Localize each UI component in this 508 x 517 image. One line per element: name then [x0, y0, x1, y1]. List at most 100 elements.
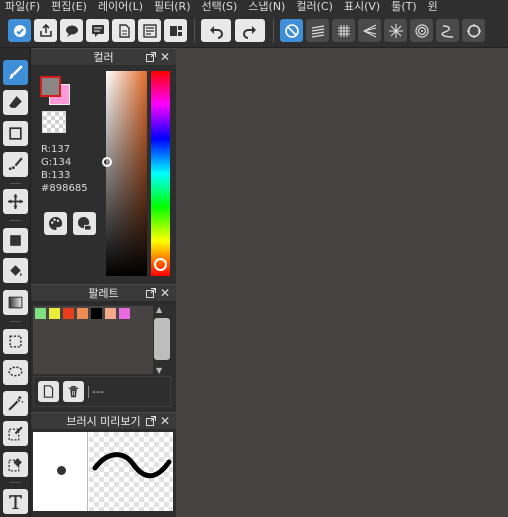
- close-icon[interactable]: ✕: [160, 50, 170, 64]
- check-icon[interactable]: [8, 19, 31, 42]
- color-r-value: R:137: [41, 144, 71, 155]
- color-panel: R:137 G:134 B:133 #898685: [31, 66, 176, 287]
- brush-preview-panel: [31, 431, 176, 517]
- brush-preview-panel-title: 브러시 미리보기: [66, 415, 141, 428]
- menu-bar: 파일(F) 편집(E) 레이어(L) 필터(R) 선택(S) 스냅(N) 컬러(…: [0, 0, 508, 14]
- palette-footer: ---: [33, 376, 171, 407]
- circle-snap-icon[interactable]: [462, 19, 485, 42]
- tool-divider: [10, 321, 21, 322]
- rectangle-tool-icon[interactable]: [3, 121, 28, 146]
- palette-chip[interactable]: [105, 308, 116, 319]
- document-icon[interactable]: [112, 19, 135, 42]
- close-icon[interactable]: ✕: [160, 414, 170, 428]
- toolbar-divider: [273, 18, 274, 43]
- menu-layer[interactable]: 레이어(L): [93, 0, 149, 14]
- tool-column: [0, 48, 31, 517]
- list-icon[interactable]: [138, 19, 161, 42]
- gradient-tool-icon[interactable]: [3, 290, 28, 315]
- toolbar-divider: [194, 18, 195, 43]
- popout-icon[interactable]: [146, 52, 156, 62]
- popout-icon[interactable]: [146, 416, 156, 426]
- palette-chip[interactable]: [91, 308, 102, 319]
- foreground-color-swatch[interactable]: [40, 76, 61, 97]
- fill-rect-tool-icon[interactable]: [3, 228, 28, 253]
- perspective-snap-icon[interactable]: [358, 19, 381, 42]
- palette-panel-title: 팔레트: [88, 287, 119, 300]
- text-tool-icon[interactable]: [3, 489, 28, 514]
- magic-wand-tool-icon[interactable]: [3, 391, 28, 416]
- scroll-down-icon[interactable]: ▼: [156, 366, 162, 375]
- comment-icon[interactable]: [86, 19, 109, 42]
- dot-brush-tool-icon[interactable]: [3, 152, 28, 177]
- snap-off-icon[interactable]: [280, 19, 303, 42]
- palette-scrollbar[interactable]: ▲ ▼: [153, 305, 171, 375]
- parallel-snap-icon[interactable]: [306, 19, 329, 42]
- brush-size-preview: [33, 432, 88, 511]
- scroll-up-icon[interactable]: ▲: [156, 305, 162, 314]
- brush-tool-icon[interactable]: [3, 60, 28, 85]
- tool-divider: [10, 183, 21, 184]
- color-panel-title: 컬러: [93, 51, 114, 64]
- palette-divider: [88, 386, 89, 398]
- brush-preview-panel-header: 브러시 미리보기 ✕: [31, 412, 176, 429]
- scrollbar-thumb[interactable]: [154, 318, 170, 360]
- palette-chip[interactable]: [77, 308, 88, 319]
- close-icon[interactable]: ✕: [160, 286, 170, 300]
- transparent-color-swatch[interactable]: [42, 111, 66, 133]
- menu-file[interactable]: 파일(F): [0, 0, 46, 14]
- palette-name: ---: [92, 385, 104, 398]
- export-icon[interactable]: [34, 19, 57, 42]
- canvas-area[interactable]: [176, 48, 508, 517]
- brush-stroke-sample: [92, 452, 172, 479]
- toolbar: [0, 14, 508, 48]
- lasso-tool-icon[interactable]: [3, 360, 28, 385]
- color-panel-header: 컬러 ✕: [31, 48, 176, 65]
- menu-select[interactable]: 선택(S): [196, 0, 243, 14]
- layout-icon[interactable]: [164, 19, 187, 42]
- undo-icon[interactable]: [201, 19, 231, 42]
- panel-column: 컬러 ✕ R:137 G:134 B:133 #898685 팔레트 ✕ ▲ ▼…: [31, 48, 176, 517]
- delete-palette-icon[interactable]: [63, 381, 84, 402]
- brush-stroke-preview: [89, 432, 173, 511]
- hue-slider[interactable]: [151, 71, 170, 276]
- menu-view[interactable]: 표시(V): [339, 0, 386, 14]
- palette-panel: ▲ ▼ ---: [31, 304, 176, 412]
- curve-snap-icon[interactable]: [436, 19, 459, 42]
- menu-window[interactable]: 윈: [423, 0, 444, 14]
- menu-edit[interactable]: 편집(E): [46, 0, 93, 14]
- saturation-value-picker[interactable]: [106, 71, 147, 276]
- palette-chip[interactable]: [63, 308, 74, 319]
- color-hex-value: #898685: [41, 183, 88, 194]
- palette-chip[interactable]: [49, 308, 60, 319]
- new-palette-icon[interactable]: [38, 381, 59, 402]
- color-g-value: G:134: [41, 157, 72, 168]
- menu-filter[interactable]: 필터(R): [149, 0, 196, 14]
- palette-chip[interactable]: [119, 308, 130, 319]
- hue-cursor[interactable]: [154, 258, 167, 271]
- select-pen-tool-icon[interactable]: [3, 421, 28, 446]
- speech-bubble-icon[interactable]: [60, 19, 83, 42]
- saturation-value-cursor[interactable]: [102, 157, 112, 167]
- concentric-snap-icon[interactable]: [410, 19, 433, 42]
- move-tool-icon[interactable]: [3, 189, 28, 214]
- brush-preview: [33, 432, 173, 511]
- redo-icon[interactable]: [235, 19, 265, 42]
- rect-select-tool-icon[interactable]: [3, 329, 28, 354]
- eraser-tool-icon[interactable]: [3, 90, 28, 115]
- palette-panel-header: 팔레트 ✕: [31, 284, 176, 301]
- menu-snap[interactable]: 스냅(N): [243, 0, 291, 14]
- color-settings-icon[interactable]: [73, 212, 96, 235]
- popout-icon[interactable]: [146, 288, 156, 298]
- menu-tool[interactable]: 툴(T): [386, 0, 422, 14]
- palette-chip[interactable]: [35, 308, 46, 319]
- select-eraser-tool-icon[interactable]: [3, 452, 28, 477]
- grid-snap-icon[interactable]: [332, 19, 355, 42]
- menu-color[interactable]: 컬러(C): [291, 0, 339, 14]
- color-palette-icon[interactable]: [44, 212, 67, 235]
- radial-snap-icon[interactable]: [384, 19, 407, 42]
- tool-divider: [10, 220, 21, 221]
- palette-swatch-area: [33, 306, 153, 374]
- brush-tip-dot: [57, 466, 66, 475]
- bucket-tool-icon[interactable]: [3, 258, 28, 283]
- tool-divider: [10, 482, 21, 483]
